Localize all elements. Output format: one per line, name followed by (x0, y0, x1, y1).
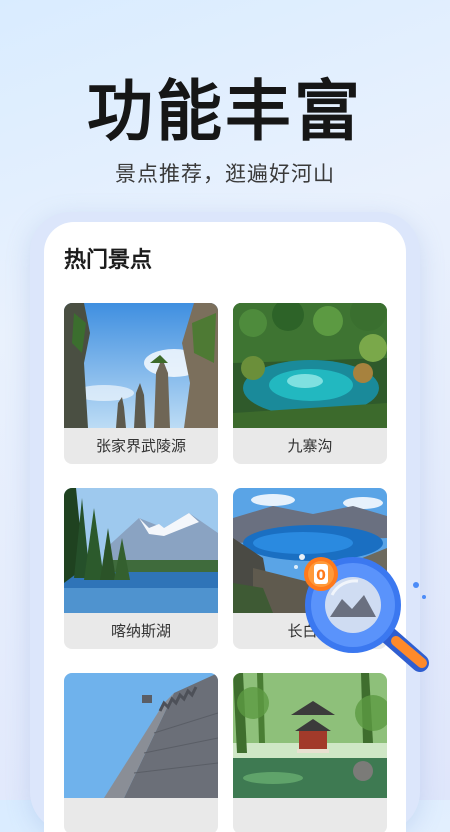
spot-photo (64, 488, 218, 613)
spot-card[interactable]: 喀纳斯湖 (64, 488, 218, 649)
spot-photo (64, 303, 218, 428)
phone-frame: 热门景点 张家界武陵源 九寨沟 喀纳斯湖 长白山 (30, 212, 420, 832)
app-screen: 热门景点 张家界武陵源 九寨沟 喀纳斯湖 长白山 (44, 222, 406, 832)
spot-photo (233, 673, 387, 798)
spot-name: 九寨沟 (287, 437, 333, 455)
magnifier-icon: 0 (294, 554, 429, 672)
spot-card[interactable] (233, 673, 387, 832)
headline: 功能丰富 (87, 73, 363, 150)
badge-count: 0 (316, 568, 326, 584)
spot-name: 喀纳斯湖 (110, 622, 171, 640)
spot-card[interactable] (64, 673, 218, 832)
spot-card[interactable]: 张家界武陵源 (64, 303, 218, 464)
spot-name: 张家界武陵源 (95, 437, 186, 455)
section-title: 热门景点 (64, 248, 153, 273)
spot-photo (233, 303, 387, 428)
spot-name (233, 798, 387, 832)
spot-photo (64, 673, 218, 798)
spot-card[interactable]: 九寨沟 (233, 303, 387, 464)
subheadline: 景点推荐，逛遍好河山 (115, 162, 335, 186)
spot-name (64, 798, 218, 832)
